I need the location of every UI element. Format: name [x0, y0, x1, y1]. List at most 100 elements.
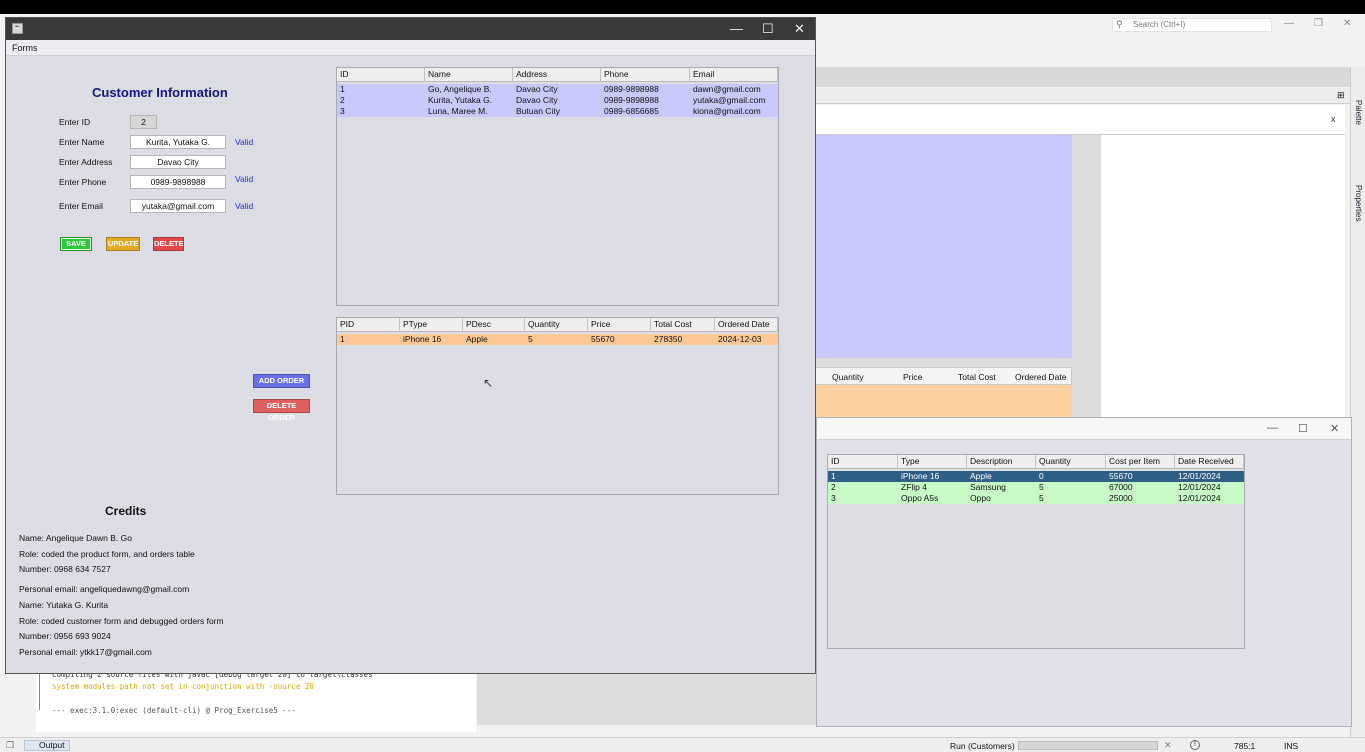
table-cell: 1: [831, 471, 836, 481]
delete-button[interactable]: DELETE: [153, 237, 184, 251]
table-cell: 5: [1039, 482, 1044, 492]
top-black-bar: [0, 0, 1365, 14]
email-valid-status: Valid: [235, 201, 254, 211]
address-label: Enter Address: [59, 157, 113, 167]
delete-order-button[interactable]: DELETE ORDER: [253, 399, 310, 422]
table-row[interactable]: 1 Go, Angelique B. Davao City 0989-98989…: [337, 84, 778, 95]
orders-table[interactable]: PID PType PDesc Quantity Price Total Cos…: [336, 317, 779, 495]
ide-search-input[interactable]: Search (Ctrl+I): [1112, 18, 1272, 32]
credit-line: Number: 0968 634 7527: [19, 564, 111, 574]
table-cell: 5: [528, 334, 533, 344]
column-header[interactable]: Description: [967, 455, 1036, 469]
ide-restore-icon[interactable]: ❐: [1314, 18, 1323, 29]
credit-line: Personal email: angeliquedawng@gmail.com: [19, 584, 190, 594]
email-field[interactable]: yutaka@gmail.com: [130, 199, 226, 213]
table-cell: Go, Angelique B.: [428, 84, 492, 94]
column-header[interactable]: PID: [337, 318, 400, 332]
table-cell: Luna, Maree M.: [428, 106, 488, 116]
column-header[interactable]: PDesc: [463, 318, 525, 332]
name-label: Enter Name: [59, 137, 105, 147]
editor-close-icon[interactable]: x: [1331, 114, 1336, 124]
credit-line: Personal email: ytkk17@gmail.com: [19, 647, 152, 657]
phone-label: Enter Phone: [59, 177, 107, 187]
restore-icon[interactable]: ❐: [6, 740, 14, 751]
table-cell: ZFlip 4: [901, 482, 927, 492]
table-row[interactable]: 3 Oppo A5s Oppo 5 25000 12/01/2024: [828, 493, 1244, 504]
column-header[interactable]: Cost per Item: [1106, 455, 1175, 469]
email-label: Enter Email: [59, 201, 103, 211]
minimize-icon[interactable]: —: [1267, 422, 1278, 434]
java-app-icon: ☕: [12, 23, 23, 34]
maximize-icon[interactable]: ☐: [762, 21, 774, 37]
column-header[interactable]: ID: [337, 68, 425, 82]
table-cell: 5: [1039, 493, 1044, 503]
product-table[interactable]: ID Type Description Quantity Cost per It…: [827, 454, 1245, 649]
column-header[interactable]: Quantity: [1036, 455, 1106, 469]
name-field[interactable]: Kurita, Yutaka G.: [130, 135, 226, 149]
table-cell: 0989-9898988: [604, 95, 659, 105]
customer-window-titlebar: ☕ — ☐ ✕: [6, 18, 815, 40]
table-cell: Butuan City: [516, 106, 560, 116]
table-row[interactable]: 1 iPhone 16 Apple 5 55670 278350 2024-12…: [337, 334, 778, 345]
id-field[interactable]: 2: [130, 115, 157, 129]
design-blank-panel: [1101, 135, 1345, 420]
close-icon[interactable]: ✕: [794, 21, 805, 37]
table-row[interactable]: 2 Kurita, Yutaka G. Davao City 0989-9898…: [337, 95, 778, 106]
table-cell: Apple: [466, 334, 488, 344]
maximize-icon[interactable]: ☐: [1298, 422, 1308, 435]
column-header[interactable]: Phone: [601, 68, 690, 82]
notification-icon[interactable]: !: [1190, 740, 1200, 750]
table-cell: Davao City: [516, 95, 558, 105]
output-console: Compiling 2 source files with javac [deb…: [36, 670, 476, 732]
phone-field[interactable]: 0989-9898988: [130, 175, 226, 189]
ide-editor-header: [815, 105, 1345, 135]
id-label: Enter ID: [59, 117, 91, 127]
customer-table[interactable]: ID Name Address Phone Email 1 Go, Angeli…: [336, 67, 779, 306]
credit-line: Number: 0956 693 9024: [19, 631, 111, 641]
table-cell: 2024-12-03: [718, 334, 762, 344]
ide-tab-strip: [815, 67, 1350, 87]
close-icon[interactable]: ✕: [1330, 422, 1339, 435]
design-header-cell: Ordered Date: [1015, 372, 1067, 382]
column-header[interactable]: Ordered Date: [715, 318, 778, 332]
stop-run-icon[interactable]: ✕: [1164, 740, 1172, 751]
column-header[interactable]: Date Received: [1175, 455, 1244, 469]
output-tab[interactable]: Output: [24, 740, 70, 751]
table-cell: kiona@gmail.com: [693, 106, 761, 116]
credit-line: Name: Yutaka G. Kurita: [19, 600, 109, 610]
ide-tool-strip: ⊞: [815, 88, 1350, 104]
table-row[interactable]: 2 ZFlip 4 Samsung 5 67000 12/01/2024: [828, 482, 1244, 493]
table-cell: 3: [831, 493, 836, 503]
ide-side-panel: Palette Properties: [1350, 67, 1365, 737]
update-button[interactable]: UPDATE: [106, 237, 140, 251]
column-header[interactable]: PType: [400, 318, 463, 332]
column-header[interactable]: Address: [513, 68, 601, 82]
column-header[interactable]: Quantity: [525, 318, 588, 332]
column-header[interactable]: ID: [828, 455, 898, 469]
output-line: --- exec:3.1.0:exec (default-cli) @ Prog…: [52, 706, 296, 715]
page-title: Customer Information: [92, 85, 228, 100]
column-header[interactable]: Email: [690, 68, 778, 82]
caret-position: 785:1: [1234, 741, 1256, 751]
table-cell: iPhone 16: [901, 471, 940, 481]
phone-valid-status: Valid: [235, 174, 254, 184]
table-cell: 0: [1039, 471, 1044, 481]
column-header[interactable]: Type: [898, 455, 967, 469]
save-button[interactable]: SAVE: [60, 237, 92, 251]
column-header[interactable]: Total Cost: [651, 318, 715, 332]
minimize-icon[interactable]: —: [730, 21, 743, 36]
table-row-selected[interactable]: 1 iPhone 16 Apple 0 55670 12/01/2024: [828, 471, 1244, 482]
ide-close-icon[interactable]: ✕: [1343, 18, 1351, 29]
table-cell: 12/01/2024: [1178, 482, 1221, 492]
address-field[interactable]: Davao City: [130, 155, 226, 169]
column-header[interactable]: Name: [425, 68, 513, 82]
ide-minimize-icon[interactable]: —: [1284, 18, 1294, 29]
add-order-button[interactable]: ADD ORDER: [253, 374, 310, 388]
column-header[interactable]: Price: [588, 318, 651, 332]
palette-tab[interactable]: Palette: [1354, 100, 1363, 125]
menu-forms[interactable]: Forms: [12, 43, 38, 53]
grid-icon[interactable]: ⊞: [1337, 90, 1345, 101]
properties-tab[interactable]: Properties: [1354, 185, 1363, 221]
table-cell: 3: [340, 106, 345, 116]
table-row[interactable]: 3 Luna, Maree M. Butuan City 0989-685668…: [337, 106, 778, 117]
